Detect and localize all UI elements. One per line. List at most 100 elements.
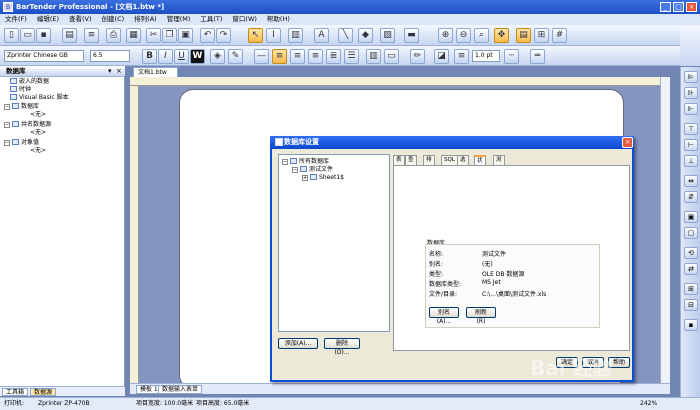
tree-item[interactable]: − 共名数据源 xyxy=(4,121,51,129)
flip-icon[interactable]: ⇄ xyxy=(684,263,698,275)
database-icon[interactable]: ≡ xyxy=(84,28,99,43)
collapse-icon[interactable]: − xyxy=(4,104,10,110)
zoom-out-icon[interactable]: ⊖ xyxy=(456,28,471,43)
cut-icon[interactable]: ✂ xyxy=(146,28,161,43)
group-icon[interactable]: ⊞ xyxy=(684,283,698,295)
print-setup-icon[interactable]: ▦ xyxy=(126,28,141,43)
dash-style-icon[interactable]: ┄ xyxy=(504,49,519,64)
italic-button[interactable]: I xyxy=(158,49,173,64)
menu-edit[interactable]: 编辑(E) xyxy=(32,14,64,25)
align-middle-icon[interactable]: ⊢ xyxy=(684,139,698,151)
align-center-icon[interactable]: ⊪ xyxy=(684,87,698,99)
tree-item-sheet[interactable]: + Sheet1$ xyxy=(302,174,344,182)
print-preview-icon[interactable]: ▤ xyxy=(62,28,77,43)
collapse-icon[interactable]: − xyxy=(4,122,10,128)
menu-manage[interactable]: 管理(M) xyxy=(162,14,196,25)
text-style-icon[interactable]: ◈ xyxy=(210,49,225,64)
font-select[interactable]: Zprinter Chinese GB xyxy=(4,50,84,62)
document-tab[interactable]: 文档1.btw xyxy=(133,67,178,77)
collapse-icon[interactable]: − xyxy=(292,167,298,173)
tab-table[interactable]: 表 xyxy=(393,155,405,165)
align-right-icon[interactable]: ⊩ xyxy=(684,103,698,115)
distribute-h-icon[interactable]: ⇹ xyxy=(684,175,698,187)
collapse-icon[interactable]: − xyxy=(282,159,288,165)
new-icon[interactable]: ▯ xyxy=(4,28,19,43)
encoder-tool-icon[interactable]: ▬ xyxy=(404,28,419,43)
paste-icon[interactable]: ▣ xyxy=(178,28,193,43)
add-database-button[interactable]: 添加(A)... xyxy=(278,338,318,349)
zoom-in-icon[interactable]: ⊕ xyxy=(438,28,453,43)
tree-item-all-databases[interactable]: − 所有数据库 xyxy=(282,158,329,166)
open-icon[interactable]: ▭ xyxy=(20,28,35,43)
underline-button[interactable]: U xyxy=(174,49,189,64)
barcode-tool-icon[interactable]: ▥ xyxy=(288,28,303,43)
send-back-icon[interactable]: ▢ xyxy=(684,227,698,239)
alias-button[interactable]: 别名(A)... xyxy=(429,307,459,325)
rotate-icon[interactable]: ⟲ xyxy=(684,247,698,259)
expand-icon[interactable]: + xyxy=(302,175,308,181)
line-style-icon[interactable]: ≡ xyxy=(454,49,469,64)
align-center-icon[interactable]: ≡ xyxy=(290,49,305,64)
tab-query[interactable]: 查询 xyxy=(405,155,417,172)
menu-file[interactable]: 文件(F) xyxy=(0,14,32,25)
copy-icon[interactable]: ❐ xyxy=(162,28,177,43)
zoom-custom-icon[interactable]: ⊞ xyxy=(534,28,549,43)
weight-button[interactable]: W xyxy=(190,49,205,64)
tree-item[interactable]: − 数据库 xyxy=(4,103,39,111)
page-view-icon[interactable]: ▤ xyxy=(516,28,531,43)
tab-toolbox[interactable]: 工具箱 xyxy=(2,388,29,396)
highlight-icon[interactable]: ✎ xyxy=(228,49,243,64)
ungroup-icon[interactable]: ⊟ xyxy=(684,299,698,311)
undo-icon[interactable]: ↶ xyxy=(200,28,215,43)
panel-close-icon[interactable]: × xyxy=(116,67,122,75)
font-size-select[interactable]: 6.5 xyxy=(90,50,130,62)
menu-view[interactable]: 查看(V) xyxy=(64,14,97,25)
select-pointer-icon[interactable]: ↖ xyxy=(248,28,263,43)
zoom-100-icon[interactable]: ⌕ xyxy=(474,28,489,43)
tab-browse[interactable]: 浏览 xyxy=(493,155,505,172)
close-button[interactable]: × xyxy=(686,2,697,12)
align-left-icon[interactable]: ⊫ xyxy=(684,71,698,83)
text-object-icon[interactable]: A xyxy=(314,28,329,43)
maximize-button[interactable]: □ xyxy=(673,2,684,12)
text-tool-icon[interactable]: I xyxy=(266,28,281,43)
menu-window[interactable]: 窗口(W) xyxy=(227,14,262,25)
shape-tool-icon[interactable]: ◆ xyxy=(358,28,373,43)
tab-data-sources[interactable]: 数据源 xyxy=(30,388,57,396)
print-icon[interactable]: ⎙ xyxy=(106,28,121,43)
save-icon[interactable]: ▪ xyxy=(36,28,51,43)
tab-options[interactable]: 选项 xyxy=(457,155,469,172)
align-right-icon[interactable]: ≡ xyxy=(308,49,323,64)
dialog-close-button[interactable]: × xyxy=(622,137,633,148)
column-icon[interactable]: ▥ xyxy=(366,49,381,64)
minimize-button[interactable]: _ xyxy=(660,2,671,12)
delete-database-button[interactable]: 删除(D)... xyxy=(324,338,360,356)
lock-icon[interactable]: ▪ xyxy=(684,319,698,331)
align-bottom-icon[interactable]: ⊥ xyxy=(684,155,698,167)
grid-icon[interactable]: # xyxy=(552,28,567,43)
tab-data-entry-form[interactable]: 数据输入表单 xyxy=(158,385,203,394)
end-cap-icon[interactable]: ═ xyxy=(530,49,545,64)
picture-tool-icon[interactable]: ▨ xyxy=(380,28,395,43)
fill-color-icon[interactable]: ◪ xyxy=(434,49,449,64)
tree-item[interactable]: Visual Basic 脚本 xyxy=(10,94,69,102)
bring-front-icon[interactable]: ▣ xyxy=(684,211,698,223)
frame-icon[interactable]: ▭ xyxy=(384,49,399,64)
menu-create[interactable]: 创建(C) xyxy=(97,14,130,25)
menu-help[interactable]: 帮助(H) xyxy=(262,14,295,25)
panel-pin-icon[interactable]: ▾ xyxy=(108,67,112,75)
collapse-icon[interactable]: − xyxy=(4,140,10,146)
justify-all-icon[interactable]: ☰ xyxy=(344,49,359,64)
line-color-icon[interactable]: ✏ xyxy=(410,49,425,64)
menu-tools[interactable]: 工具(T) xyxy=(195,14,227,25)
vertical-scrollbar[interactable] xyxy=(660,77,670,383)
line-width-select[interactable]: 1.0 pt xyxy=(472,50,500,62)
tree-item-test-file[interactable]: − 测试文件 xyxy=(292,166,333,174)
align-top-icon[interactable]: ⊤ xyxy=(684,123,698,135)
tree-item[interactable]: − 对象值 xyxy=(4,139,39,147)
tree-item[interactable]: 嵌入的数据 xyxy=(10,78,49,86)
tab-sort[interactable]: 排序 xyxy=(423,155,435,172)
fit-page-icon[interactable]: ✥ xyxy=(494,28,509,43)
tree-item[interactable]: 时钟 xyxy=(10,86,31,94)
line-tool-icon[interactable]: ╲ xyxy=(338,28,353,43)
